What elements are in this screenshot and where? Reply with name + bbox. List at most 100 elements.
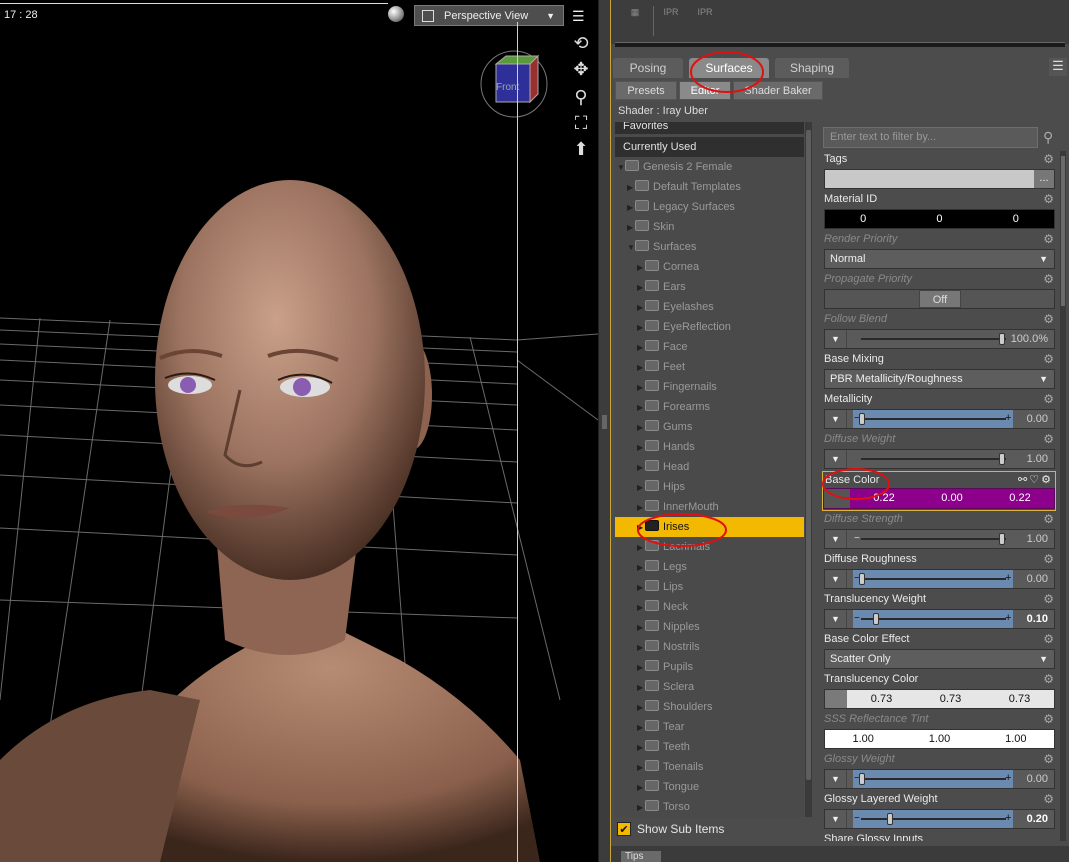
tree-surface-lips[interactable]: ▶ Lips <box>615 577 804 597</box>
slider-track[interactable] <box>861 458 1006 460</box>
value-g[interactable]: 0.00 <box>918 489 986 508</box>
expand-right-icon[interactable]: ▶ <box>637 698 645 718</box>
sss-tint-field[interactable]: 1.00 1.00 1.00 <box>824 729 1055 749</box>
orbit-icon[interactable]: ⟲ <box>570 32 592 54</box>
slider-value[interactable]: 0.00 <box>1027 410 1048 428</box>
slider-knob[interactable] <box>873 613 879 625</box>
expand-right-icon[interactable]: ▶ <box>637 658 645 678</box>
tab-editor[interactable]: Editor <box>679 81 731 100</box>
value-r[interactable]: 1.00 <box>825 730 901 748</box>
slider-value[interactable]: 0.10 <box>1027 610 1048 628</box>
expand-right-icon[interactable]: ▶ <box>627 218 635 238</box>
reset-view-icon[interactable]: ⬆ <box>570 138 592 160</box>
tree-surface-head[interactable]: ▶ Head <box>615 457 804 477</box>
tree-surface-neck[interactable]: ▶ Neck <box>615 597 804 617</box>
expand-right-icon[interactable]: ▶ <box>637 738 645 758</box>
diffuse-strength-slider[interactable]: ▼ − 1.00 <box>824 529 1055 549</box>
expand-right-icon[interactable]: ▶ <box>637 298 645 318</box>
tree-group[interactable]: ▶ Default Templates <box>615 177 804 197</box>
base-mixing-dropdown[interactable]: PBR Metallicity/Roughness ▼ <box>824 369 1055 389</box>
gear-icon[interactable]: ⚙ <box>1043 152 1054 166</box>
tree-surface-torso[interactable]: ▶ Torso <box>615 797 804 817</box>
slider-track[interactable] <box>861 538 1006 540</box>
expand-right-icon[interactable]: ▶ <box>637 758 645 778</box>
slider-track[interactable] <box>861 338 1006 340</box>
expand-right-icon[interactable]: ▶ <box>637 398 645 418</box>
translucency-weight-slider[interactable]: ▼ − + 0.10 <box>824 609 1055 629</box>
slider-value[interactable]: 1.00 <box>1027 530 1048 548</box>
value-b[interactable]: 0 <box>978 210 1054 228</box>
tree-surface-tear[interactable]: ▶ Tear <box>615 717 804 737</box>
draw-style-sphere-icon[interactable] <box>388 6 404 22</box>
plus-icon[interactable]: + <box>1005 770 1011 787</box>
gear-icon[interactable]: ⚙ <box>1043 792 1054 806</box>
tree-surface-shoulders[interactable]: ▶ Shoulders <box>615 697 804 717</box>
tree-surface-nipples[interactable]: ▶ Nipples <box>615 617 804 637</box>
plus-icon[interactable]: + <box>1005 410 1011 427</box>
gear-icon[interactable]: ⚙ <box>1043 632 1054 646</box>
base-color-field[interactable]: 0.22 0.00 0.22 <box>823 488 1055 509</box>
tree-surface-hips[interactable]: ▶ Hips <box>615 477 804 497</box>
tree-surface-teeth[interactable]: ▶ Teeth <box>615 737 804 757</box>
3d-viewport[interactable]: 17 : 28 Perspective View ▼ ☰ ⟲ ✥ ⚲ ⛶ ⬆ F… <box>0 0 598 862</box>
gear-icon[interactable]: ⚙ <box>1043 512 1054 526</box>
texture-map-icon[interactable] <box>824 489 850 508</box>
expand-right-icon[interactable]: ▶ <box>637 358 645 378</box>
expand-right-icon[interactable]: ▶ <box>637 338 645 358</box>
value-r[interactable]: 0.73 <box>847 690 916 708</box>
tree-surface-cornea[interactable]: ▶ Cornea <box>615 257 804 277</box>
slider-knob[interactable] <box>859 573 865 585</box>
tab-tips[interactable]: Tips <box>621 851 661 862</box>
tree-surface-eyelashes[interactable]: ▶ Eyelashes <box>615 297 804 317</box>
slider-menu-arrow[interactable]: ▼ <box>825 410 847 428</box>
glossy-layered-weight-slider[interactable]: ▼ − + 0.20 <box>824 809 1055 829</box>
tab-shader-baker[interactable]: Shader Baker <box>733 81 823 100</box>
expand-down-icon[interactable]: ▼ <box>617 158 625 178</box>
value-g[interactable]: 0.73 <box>916 690 985 708</box>
tab-presets[interactable]: Presets <box>615 81 677 100</box>
expand-right-icon[interactable]: ▶ <box>637 478 645 498</box>
slider-menu-arrow[interactable]: ▼ <box>825 330 847 348</box>
gear-icon[interactable]: ⚙ <box>1043 392 1054 406</box>
minus-icon[interactable]: − <box>854 530 860 547</box>
gear-icon[interactable]: ⚙ <box>1043 232 1054 246</box>
tree-figure[interactable]: ▼ Genesis 2 Female <box>615 157 804 177</box>
plus-icon[interactable]: + <box>1005 610 1011 627</box>
slider-value[interactable]: 0.20 <box>1027 810 1048 828</box>
gear-icon[interactable]: ⚙ <box>1043 552 1054 566</box>
gear-icon[interactable]: ⚙ <box>1043 592 1054 606</box>
expand-right-icon[interactable]: ▶ <box>637 798 645 817</box>
diffuse-roughness-slider[interactable]: ▼ − + 0.00 <box>824 569 1055 589</box>
slider-knob[interactable] <box>859 413 865 425</box>
tree-scroll-thumb[interactable] <box>806 130 811 780</box>
propagate-priority-toggle[interactable]: Off <box>824 289 1055 309</box>
tab-surfaces[interactable]: Surfaces <box>689 58 769 78</box>
slider-value[interactable]: 1.00 <box>1027 450 1048 468</box>
tree-surface-innermouth[interactable]: ▶ InnerMouth <box>615 497 804 517</box>
viewport-menu-icon[interactable]: ☰ <box>572 8 585 25</box>
tree-surface-tongue[interactable]: ▶ Tongue <box>615 777 804 797</box>
tree-group[interactable]: ▶ Legacy Surfaces <box>615 197 804 217</box>
plus-icon[interactable]: + <box>1005 570 1011 587</box>
tree-surface-eyereflection[interactable]: ▶ EyeReflection <box>615 317 804 337</box>
frame-icon[interactable]: ⛶ <box>570 112 592 134</box>
tree-surface-hands[interactable]: ▶ Hands <box>615 437 804 457</box>
gear-icon[interactable]: ⚙ <box>1043 432 1054 446</box>
pane-menu-icon[interactable]: ☰ <box>1049 58 1067 76</box>
expand-right-icon[interactable]: ▶ <box>637 258 645 278</box>
material-id-field[interactable]: 0 0 0 <box>824 209 1055 229</box>
expand-right-icon[interactable]: ▶ <box>637 438 645 458</box>
glossy-weight-slider[interactable]: ▼ − + 0.00 <box>824 769 1055 789</box>
tree-surface-ears[interactable]: ▶ Ears <box>615 277 804 297</box>
expand-right-icon[interactable]: ▶ <box>637 498 645 518</box>
gear-icon[interactable]: ⚙ <box>1043 712 1054 726</box>
tree-surface-fingernails[interactable]: ▶ Fingernails <box>615 377 804 397</box>
gear-icon[interactable]: ⚙ <box>1043 752 1054 766</box>
tree-surfaces-group[interactable]: ▼ Surfaces <box>615 237 804 257</box>
expand-right-icon[interactable]: ▶ <box>637 638 645 658</box>
expand-right-icon[interactable]: ▶ <box>637 458 645 478</box>
expand-right-icon[interactable]: ▶ <box>637 318 645 338</box>
gear-icon[interactable]: ⚙ <box>1043 352 1054 366</box>
expand-right-icon[interactable]: ▶ <box>637 418 645 438</box>
property-filter-input[interactable]: Enter text to filter by... <box>823 127 1038 148</box>
